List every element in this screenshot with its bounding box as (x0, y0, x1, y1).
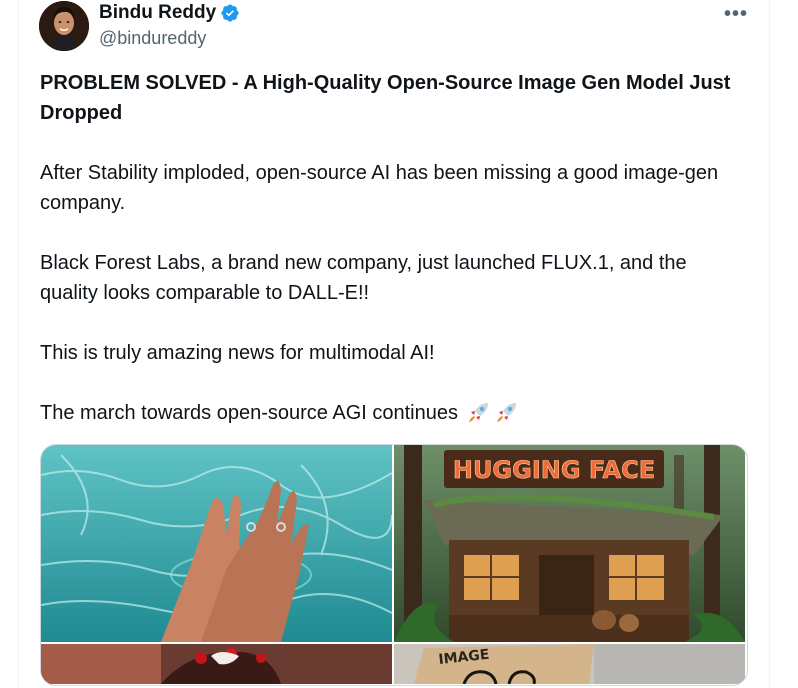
author-handle[interactable]: @bindureddy (99, 28, 206, 49)
hugging-face-shop-image[interactable]: HUGGING FACE (394, 445, 745, 642)
author-avatar[interactable] (39, 1, 89, 51)
rocket-icon (466, 399, 492, 425)
tweet-body: PROBLEM SOLVED - A High-Quality Open-Sou… (40, 68, 750, 428)
tweet-paragraph: Black Forest Labs, a brand new company, … (40, 252, 687, 304)
tweet-paragraph: After Stability imploded, open-source AI… (40, 162, 719, 214)
tweet-paragraph: The march towards open-source AGI contin… (40, 402, 458, 424)
cake-image[interactable] (41, 644, 392, 684)
author-display-name[interactable]: Bindu Reddy (99, 2, 216, 24)
author-name-row: Bindu Reddy (99, 2, 240, 24)
tweet-last-paragraph: The march towards open-source AGI contin… (40, 398, 750, 428)
rocket-icon (494, 399, 520, 425)
verified-badge-icon (220, 3, 240, 23)
tweet-headline: PROBLEM SOLVED - A High-Quality Open-Sou… (40, 72, 731, 124)
tweet-paragraph: This is truly amazing news for multimoda… (40, 342, 435, 364)
shop-sign-text: HUGGING FACE (453, 456, 655, 484)
hands-in-water-image[interactable] (41, 445, 392, 642)
media-grid: HUGGING FACE IMAGE (40, 444, 748, 686)
more-options-icon: ••• (723, 2, 748, 25)
sign-image[interactable]: IMAGE (394, 644, 745, 684)
more-options-button[interactable]: ••• (722, 2, 750, 25)
